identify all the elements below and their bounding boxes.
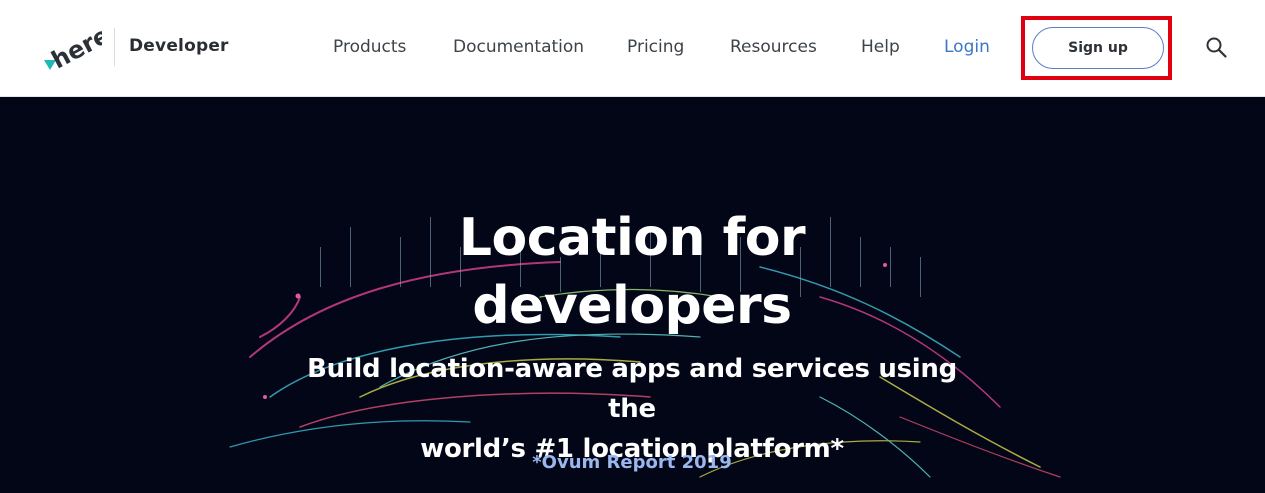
nav-help[interactable]: Help (861, 37, 900, 57)
hero-subtitle: Build location-aware apps and services u… (282, 349, 982, 469)
search-icon[interactable] (1204, 35, 1228, 59)
hero-section: Location for developers Build location-a… (0, 97, 1265, 493)
site-header: here Developer Products Documentation Pr… (0, 0, 1265, 97)
nav-products[interactable]: Products (333, 37, 406, 57)
nav-login[interactable]: Login (944, 37, 990, 57)
hero-subtitle-line1: Build location-aware apps and services u… (307, 354, 957, 424)
nav-pricing[interactable]: Pricing (627, 37, 684, 57)
here-logo[interactable]: here (42, 20, 102, 72)
nav-resources[interactable]: Resources (730, 37, 817, 57)
hero-title: Location for developers (332, 204, 932, 340)
signup-button[interactable]: Sign up (1032, 27, 1164, 69)
brand-label[interactable]: Developer (129, 36, 229, 56)
logo-wordmark: here (47, 21, 102, 72)
logo-divider (114, 28, 115, 66)
nav-documentation[interactable]: Documentation (453, 37, 584, 57)
hero-footnote: *Ovum Report 2019 (532, 452, 732, 473)
hero-title-line1: Location for (458, 208, 806, 268)
hero-title-line2: developers (472, 276, 792, 336)
